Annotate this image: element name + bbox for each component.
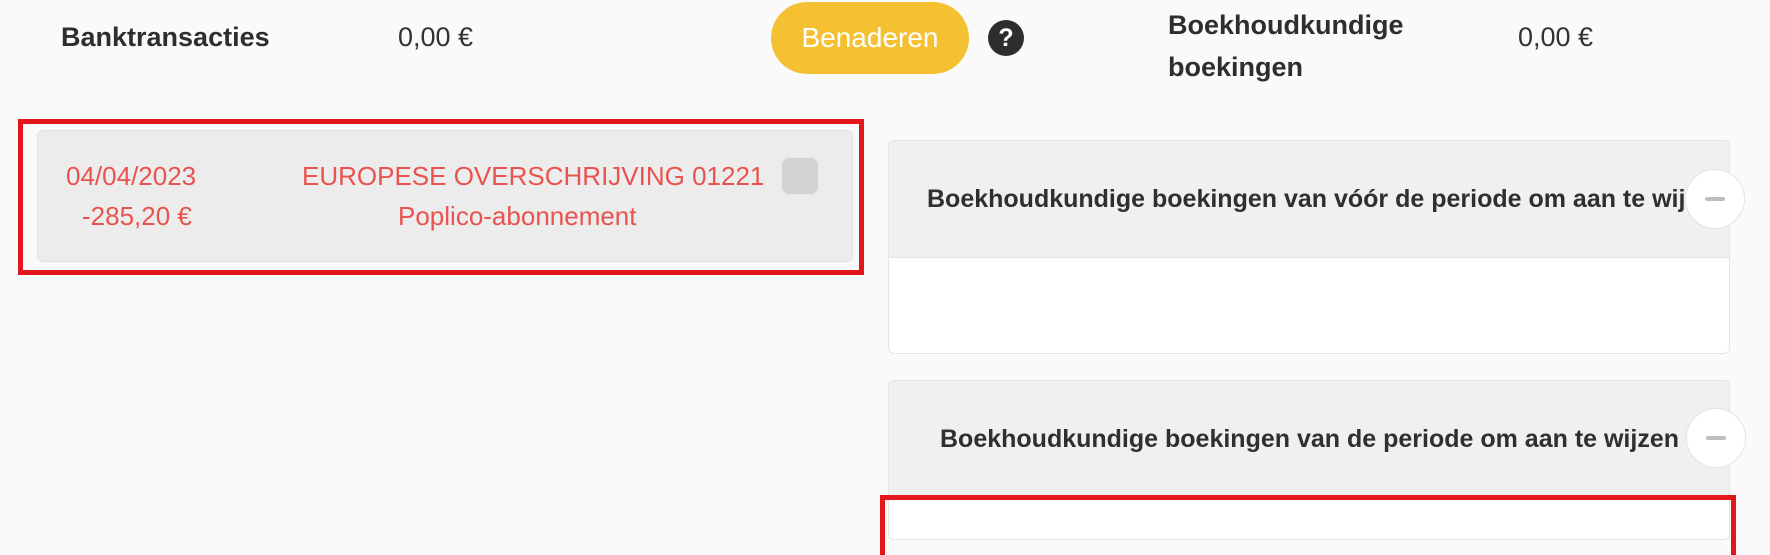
minus-icon [1705,197,1725,201]
minus-icon [1706,436,1726,440]
bank-transactions-label: Banktransacties [61,22,270,52]
transaction-amount: -285,20 € [82,201,192,231]
transaction-title: EUROPESE OVERSCHRIJVING 01221 [302,161,765,191]
entries-before-period-panel: Boekhoudkundige boekingen van vóór de pe… [888,140,1730,354]
approach-button[interactable]: Benaderen [771,2,969,74]
collapse-before-period-button[interactable] [1685,169,1745,229]
entries-before-period-title: Boekhoudkundige boekingen van vóór de pe… [927,185,1728,213]
transaction-subtitle: Poplico-abonnement [398,201,637,231]
transaction-date: 04/04/2023 [66,161,197,191]
collapse-period-button[interactable] [1686,408,1746,468]
drop-zone-highlight-frame [880,495,1736,555]
transaction-checkbox[interactable] [782,158,818,194]
entries-period-header[interactable]: Boekhoudkundige boekingen van de periode… [889,381,1729,498]
help-icon[interactable]: ? [988,20,1024,56]
accounting-entries-amount: 0,00 € [1518,22,1594,52]
entries-before-period-header[interactable]: Boekhoudkundige boekingen van vóór de pe… [889,141,1729,258]
entries-period-title: Boekhoudkundige boekingen van de periode… [940,425,1680,453]
accounting-entries-label: Boekhoudkundige boekingen [1168,10,1404,82]
bank-transactions-amount: 0,00 € [398,22,474,52]
transaction-card[interactable]: 04/04/2023 -285,20 € EUROPESE OVERSCHRIJ… [37,130,853,262]
